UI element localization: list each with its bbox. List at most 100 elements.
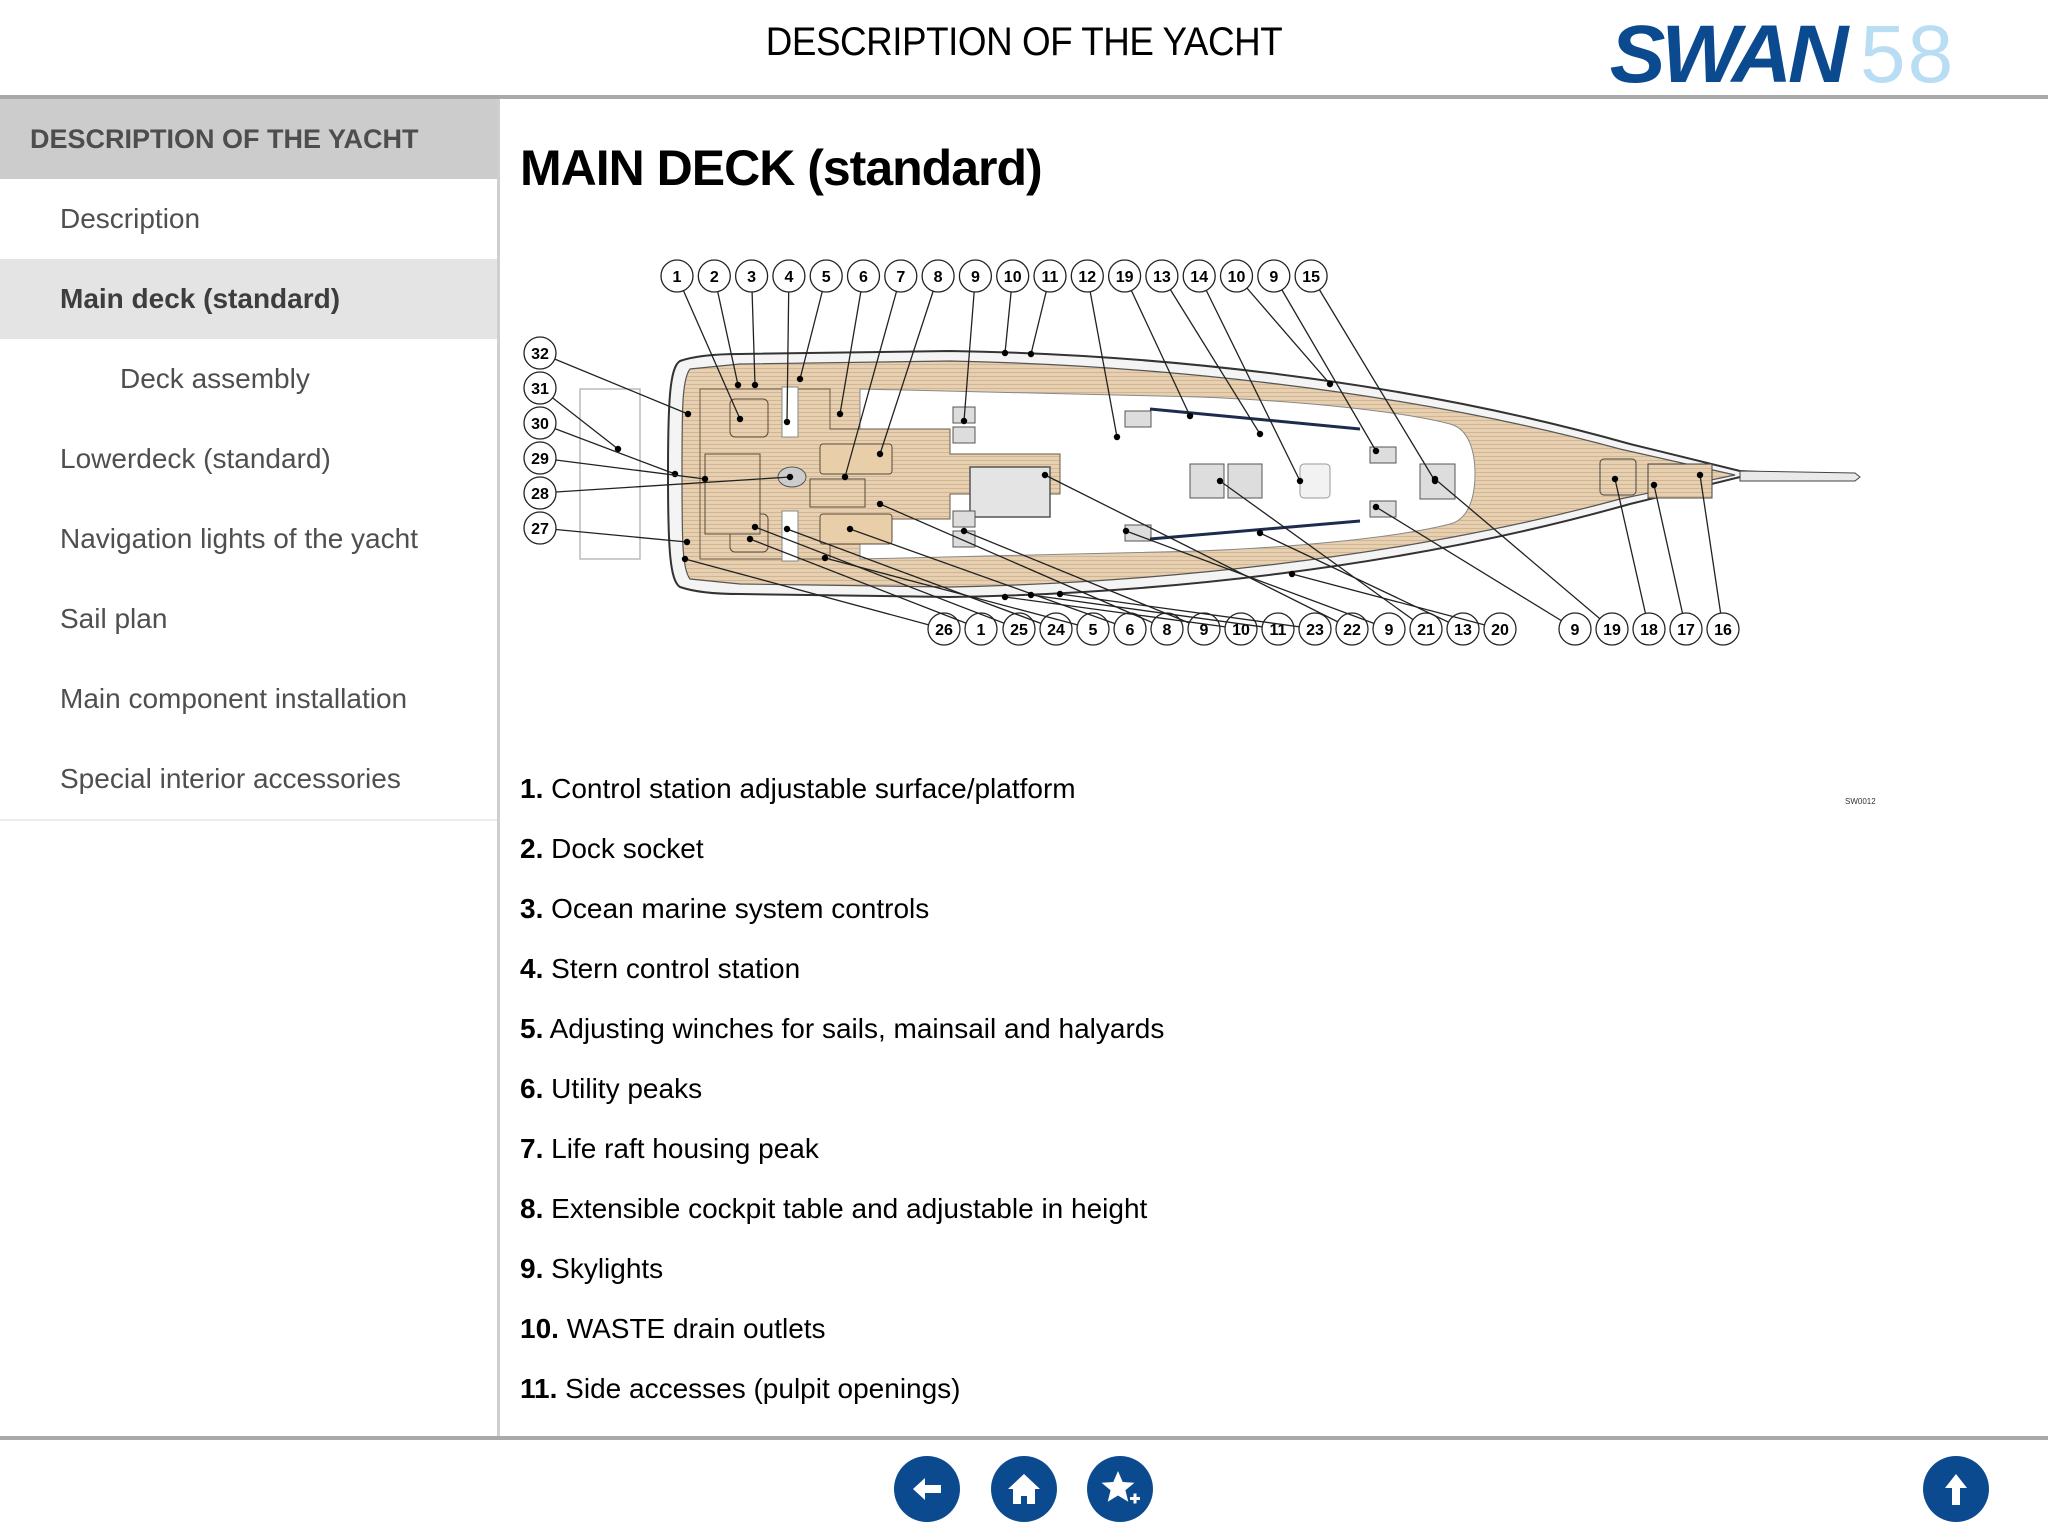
hatch <box>1124 410 1152 428</box>
page-title: MAIN DECK (standard) <box>520 140 1043 196</box>
callout-number: 23 <box>1306 622 1324 639</box>
stern-locker <box>704 453 761 535</box>
sidebar-item-deck-assembly[interactable]: Deck assembly <box>0 339 497 419</box>
legend-text: Skylights <box>543 1253 664 1284</box>
logo-model: 58 <box>1860 9 1956 100</box>
legend-item: 1. Control station adjustable surface/pl… <box>520 759 1164 819</box>
legend-item: 5. Adjusting winches for sails, mainsail… <box>520 999 1164 1059</box>
leader-dot <box>1256 430 1264 438</box>
sidebar-item-sail-plan[interactable]: Sail plan <box>0 579 497 659</box>
leader-dot <box>1122 527 1130 535</box>
sidebar: DESCRIPTION OF THE YACHT Description Mai… <box>0 99 500 1436</box>
legend-list: 1. Control station adjustable surface/pl… <box>520 759 1164 1436</box>
callout-number: 17 <box>1677 622 1695 639</box>
leader-dot <box>1256 529 1264 537</box>
callout-number: 4 <box>784 269 793 286</box>
leader-dot <box>1611 475 1619 483</box>
legend-text: Control station adjustable surface/platf… <box>543 773 1076 804</box>
leader-dot <box>783 525 791 533</box>
callout-number: 2 <box>710 269 719 286</box>
legend-text: Side accesses (pulpit openings) <box>557 1373 961 1404</box>
scroll-to-top-button[interactable] <box>1923 1456 1989 1522</box>
legend-number: 8. <box>520 1193 544 1224</box>
callout-number: 21 <box>1417 622 1435 639</box>
callout-top: 10 <box>996 259 1030 357</box>
sidebar-item-label: Special interior accessories <box>60 763 401 794</box>
leader-dot <box>1216 477 1224 485</box>
callout-number: 25 <box>1010 622 1028 639</box>
sidebar-section-title[interactable]: DESCRIPTION OF THE YACHT <box>0 99 497 179</box>
callout-number: 18 <box>1640 622 1658 639</box>
legend-item: 9. Skylights <box>520 1239 1164 1299</box>
callout-number: 24 <box>1047 622 1065 639</box>
steering-console-top <box>781 386 799 438</box>
sidebar-item-label: Main component installation <box>60 683 408 714</box>
leader-dot <box>846 525 854 533</box>
callout-number: 8 <box>1163 622 1172 639</box>
hatch <box>952 510 976 528</box>
leader-dot <box>684 410 692 418</box>
callout-number: 9 <box>971 269 980 286</box>
callout-number: 32 <box>531 346 549 363</box>
leader-dot <box>821 554 829 562</box>
sidebar-item-description[interactable]: Description <box>0 179 497 259</box>
callout-number: 28 <box>531 486 549 503</box>
legend-text: Stern control station <box>543 953 801 984</box>
star-plus-icon <box>1101 1471 1140 1504</box>
callout-number: 22 <box>1343 622 1361 639</box>
sidebar-list-end <box>0 819 497 821</box>
sidebar-item-lowerdeck[interactable]: Lowerdeck (standard) <box>0 419 497 499</box>
leader-dot <box>734 381 742 389</box>
back-button[interactable] <box>894 1456 960 1522</box>
callout-number: 1 <box>977 622 986 639</box>
deck-plan-drawing: 1 2 3 4 5 6 7 8 9 10 11 12 19 13 14 10 9 1532313029282726… <box>523 259 1861 646</box>
leader-dot <box>1288 570 1296 578</box>
callout-number: 29 <box>531 451 549 468</box>
leader-dot <box>751 381 759 389</box>
legend-text: Life raft housing peak <box>543 1133 819 1164</box>
legend-item: 11. Side accesses (pulpit openings) <box>520 1359 1164 1419</box>
leader-line <box>539 527 688 543</box>
leader-dot <box>1296 477 1304 485</box>
steering-console-bottom <box>781 510 799 562</box>
home-button[interactable] <box>991 1456 1057 1522</box>
callout-number: 10 <box>1228 269 1246 286</box>
sidebar-item-main-component-installation[interactable]: Main component installation <box>0 659 497 739</box>
legend-number: 5. <box>520 1013 544 1044</box>
main-content[interactable]: MAIN DECK (standard) 1 2 3 4 5 6 7 8 9 1… <box>500 99 2048 1436</box>
callout-number: 13 <box>1454 622 1472 639</box>
leader-line <box>1653 484 1687 630</box>
sidebar-item-navigation-lights[interactable]: Navigation lights of the yacht <box>0 499 497 579</box>
callout-number: 3 <box>747 269 756 286</box>
leader-dot <box>876 450 884 458</box>
leader-dot <box>1186 412 1194 420</box>
sidebar-item-special-interior-accessories[interactable]: Special interior accessories <box>0 739 497 819</box>
callout-number: 10 <box>1004 269 1022 286</box>
callout-number: 11 <box>1042 269 1059 286</box>
sidebar-item-label: Sail plan <box>60 603 168 634</box>
leader-dot <box>1650 481 1658 489</box>
toolbar-divider <box>0 1436 2048 1440</box>
legend-number: 4. <box>520 953 544 984</box>
helm-seat-top <box>729 398 769 438</box>
leader-dot <box>1326 380 1334 388</box>
cockpit-table <box>809 478 866 508</box>
sidebar-item-main-deck[interactable]: Main deck (standard) <box>0 259 497 339</box>
callout-number: 9 <box>1385 622 1394 639</box>
callout-number: 27 <box>531 521 549 538</box>
leader-dot <box>960 527 968 535</box>
sidebar-item-label: Lowerdeck (standard) <box>60 443 331 474</box>
callout-number: 6 <box>859 269 868 286</box>
main-deck-diagram: 1 2 3 4 5 6 7 8 9 10 11 12 19 13 14 10 9 15 32 31 30 29 28 27 26… <box>500 249 2048 829</box>
leader-dot <box>1027 591 1035 599</box>
arrow-left-icon <box>913 1478 941 1500</box>
add-bookmark-button[interactable] <box>1087 1456 1153 1522</box>
legend-item: 2. Dock socket <box>520 819 1164 879</box>
callout-top: 11 <box>1027 259 1067 358</box>
leader-dot <box>1372 503 1380 511</box>
leader-dot <box>1696 471 1704 479</box>
callout-number: 15 <box>1302 269 1320 286</box>
legend-text: WASTE drain outlets <box>558 1313 826 1344</box>
bowsprit <box>1739 470 1861 482</box>
legend-text: Utility peaks <box>543 1073 703 1104</box>
